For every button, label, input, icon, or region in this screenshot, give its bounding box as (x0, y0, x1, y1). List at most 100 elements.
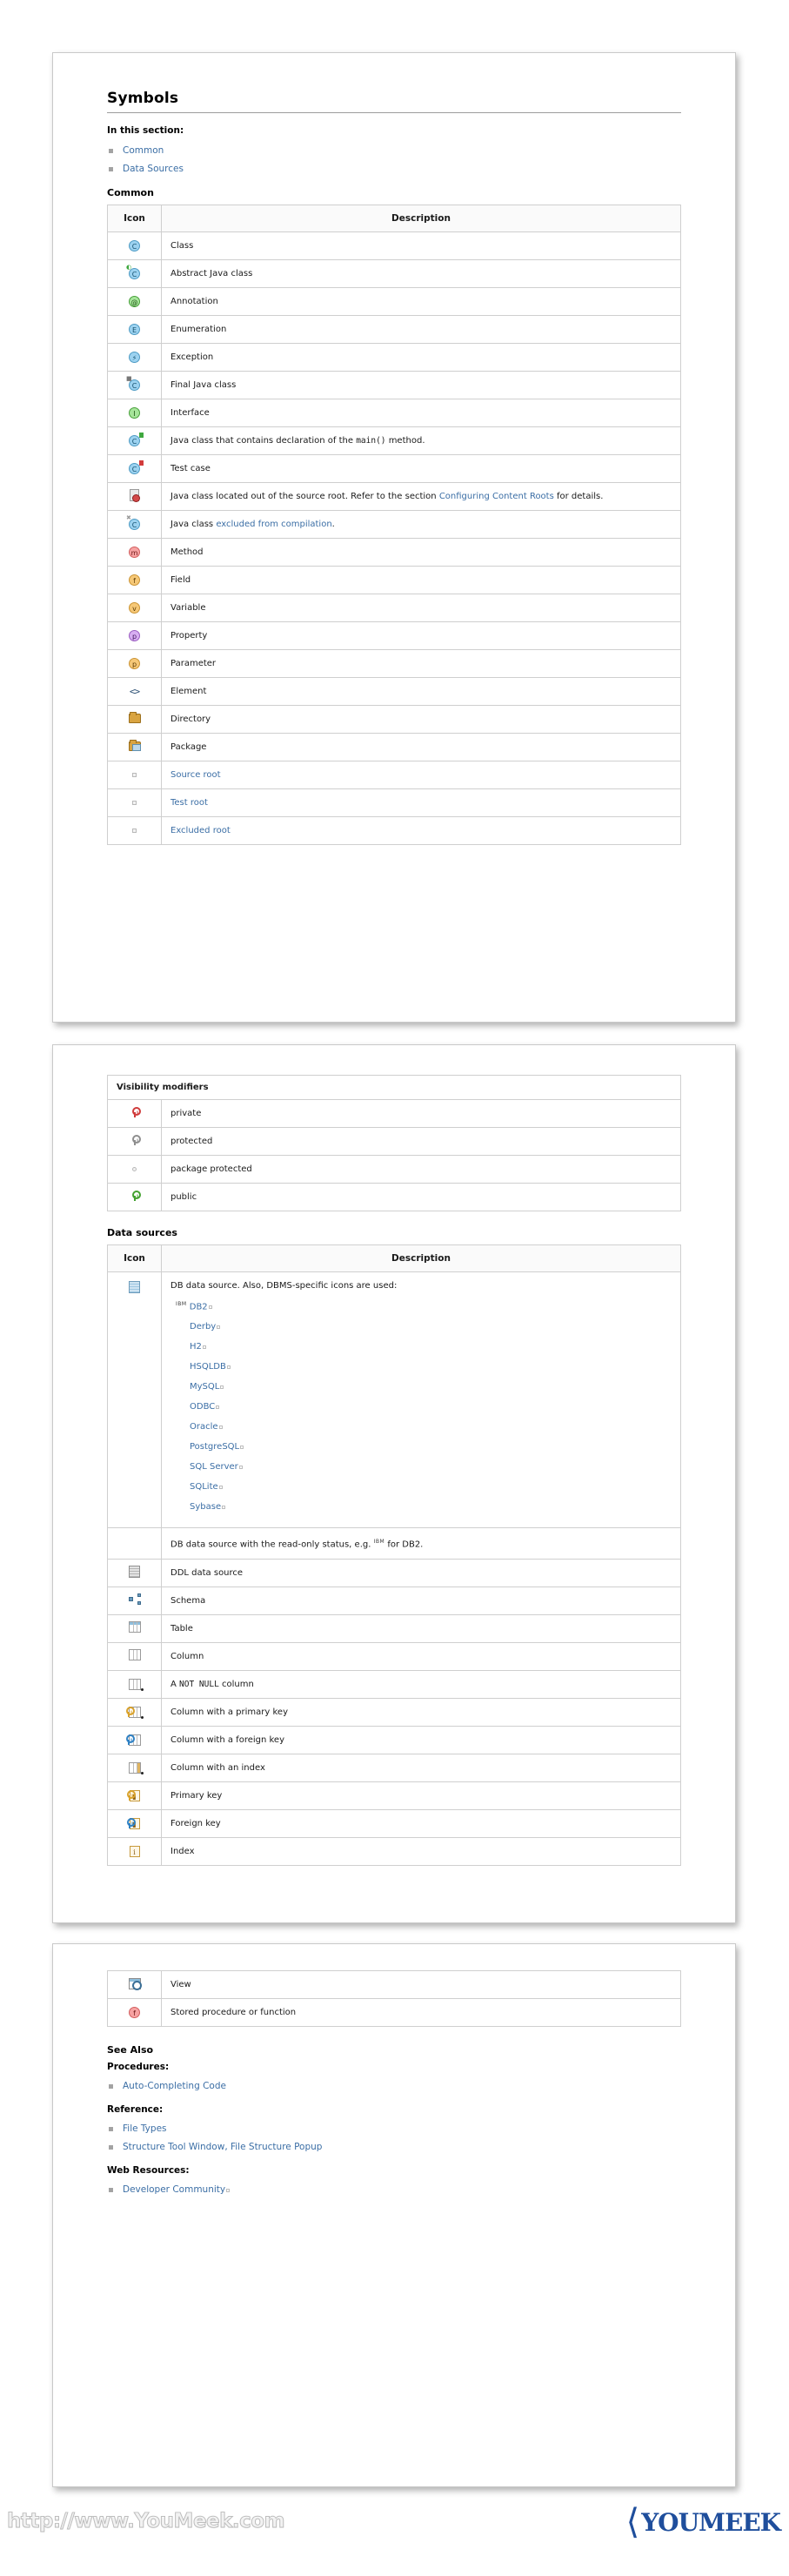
vendor-item-h2[interactable]: H2 (171, 1340, 672, 1353)
vendor-link[interactable]: H2 (190, 1342, 202, 1352)
column-icon (108, 1642, 162, 1670)
vendor-link[interactable]: SQL Server (190, 1462, 238, 1472)
row-link[interactable]: Source root (171, 770, 221, 780)
vendor-item-sql-server[interactable]: SQL Server (171, 1460, 672, 1473)
row-description: Field (162, 567, 681, 594)
see-also-link[interactable]: File Types (123, 2123, 167, 2134)
data-sources-table-continued: View f Stored procedure or function (107, 1970, 681, 2027)
foreign-key-icon: ▮ (108, 1809, 162, 1837)
table-header-row: Icon Description (108, 1245, 681, 1272)
row-link[interactable]: Test root (171, 798, 208, 808)
vendor-item-postgresql[interactable]: PostgreSQL (171, 1440, 672, 1453)
toc-link-data-sources[interactable]: Data Sources (123, 164, 184, 174)
row-description: Excluded root (162, 817, 681, 845)
table-row: Schema (108, 1587, 681, 1614)
vendor-link[interactable]: HSQLDB (190, 1362, 226, 1372)
row-description: Index (162, 1837, 681, 1865)
external-link-icon (216, 1405, 219, 1409)
list-item[interactable]: Developer Community (107, 2184, 681, 2196)
vendor-link[interactable]: Derby (190, 1322, 216, 1332)
vendor-link[interactable]: SQLite (190, 1482, 218, 1492)
vendor-item-sqlite[interactable]: SQLite (171, 1480, 672, 1493)
row-link[interactable]: Excluded root (171, 826, 231, 835)
table-row: DB data source with the read-only status… (108, 1528, 681, 1559)
desc-pre: Java class that contains declaration of … (171, 436, 356, 446)
see-also-link[interactable]: Auto-Completing Code (123, 2081, 226, 2091)
toc-item-common[interactable]: Common (107, 144, 681, 157)
public-key-icon (108, 1184, 162, 1211)
desc-link[interactable]: Configuring Content Roots (439, 492, 554, 501)
source-root-icon (108, 761, 162, 789)
vendor-item-mysql[interactable]: MySQL (171, 1380, 672, 1393)
table-row: package protected (108, 1156, 681, 1184)
row-description: Schema (162, 1587, 681, 1614)
table-row: p Property (108, 622, 681, 650)
vendor-link[interactable]: Oracle (190, 1422, 218, 1432)
list-item[interactable]: Structure Tool Window, File Structure Po… (107, 2141, 681, 2153)
row-description: Primary key (162, 1781, 681, 1809)
row-description: Package (162, 734, 681, 761)
table-row: C Test case (108, 455, 681, 483)
desc-pre: Java class (171, 520, 216, 529)
vendor-link[interactable]: MySQL (190, 1382, 219, 1392)
chevron-left-icon: ⟨ (626, 2505, 640, 2539)
table-row: A NOT NULL column (108, 1670, 681, 1698)
see-also-links-reference: File Types Structure Tool Window, File S… (107, 2123, 681, 2153)
data-sources-table: Icon Description DB data source. Also, D… (107, 1244, 681, 1866)
table-of-contents: Common Data Sources (107, 144, 681, 175)
table-row: Table (108, 1614, 681, 1642)
toc-item-data-sources[interactable]: Data Sources (107, 163, 681, 175)
table-row: Test root (108, 789, 681, 817)
see-also-heading: See Also (107, 2044, 681, 2056)
list-item[interactable]: Auto-Completing Code (107, 2080, 681, 2092)
stored-procedure-icon: f (108, 1999, 162, 2027)
vendor-link[interactable]: ODBC (190, 1402, 215, 1412)
method-icon: m (108, 539, 162, 567)
visibility-modifiers-table: Visibility modifiers private protected p… (107, 1075, 681, 1211)
table-icon (108, 1614, 162, 1642)
main-class-icon: C (108, 427, 162, 455)
row-description: Exception (162, 344, 681, 372)
bullet-square-icon (109, 167, 113, 171)
vendor-link[interactable]: PostgreSQL (190, 1442, 239, 1452)
table-row: C✖ Java class excluded from compilation. (108, 511, 681, 539)
vendor-link[interactable]: DB2 (190, 1302, 208, 1311)
row-description: DB data source. Also, DBMS-specific icon… (162, 1272, 681, 1528)
external-link-icon (219, 1486, 223, 1489)
row-description: Annotation (162, 288, 681, 316)
test-case-icon: C (108, 455, 162, 483)
vendor-item-oracle[interactable]: Oracle (171, 1420, 672, 1433)
see-also-group-label-procedures: Procedures: (107, 2062, 681, 2072)
vendor-item-odbc[interactable]: ODBC (171, 1400, 672, 1413)
table-row: Java class located out of the source roo… (108, 483, 681, 511)
row-description: Parameter (162, 650, 681, 678)
watermark-brand: YOUMEEK (641, 2508, 780, 2537)
vendor-item-hsqldb[interactable]: HSQLDB (171, 1360, 672, 1373)
vendor-link[interactable]: Sybase (190, 1502, 221, 1512)
row-description: protected (162, 1128, 681, 1156)
list-item[interactable]: File Types (107, 2123, 681, 2135)
vendor-item-db2[interactable]: IBM DB2 (171, 1298, 672, 1313)
see-also-link[interactable]: Structure Tool Window, File Structure Po… (123, 2142, 322, 2152)
toc-link-common[interactable]: Common (123, 145, 164, 156)
primary-key-column-icon (108, 1698, 162, 1726)
table-row: i Index (108, 1837, 681, 1865)
row-description: Method (162, 539, 681, 567)
row-description: Java class excluded from compilation. (162, 511, 681, 539)
table-row: Source root (108, 761, 681, 789)
desc-link[interactable]: excluded from compilation (216, 520, 331, 529)
bullet-square-icon (109, 2084, 113, 2089)
variable-icon: v (108, 594, 162, 622)
row-description: Final Java class (162, 372, 681, 399)
external-link-icon (227, 1365, 231, 1369)
see-also-link[interactable]: Developer Community (123, 2184, 225, 2195)
table-row: Column with an index (108, 1754, 681, 1781)
row-description: Java class located out of the source roo… (162, 483, 681, 511)
row-description: A NOT NULL column (162, 1670, 681, 1698)
vendor-item-sybase[interactable]: Sybase (171, 1500, 672, 1513)
desc-post: method. (386, 436, 425, 446)
table-row: Excluded root (108, 817, 681, 845)
bullet-square-icon (109, 2127, 113, 2131)
external-link-icon (240, 1446, 244, 1449)
vendor-item-derby[interactable]: Derby (171, 1320, 672, 1333)
